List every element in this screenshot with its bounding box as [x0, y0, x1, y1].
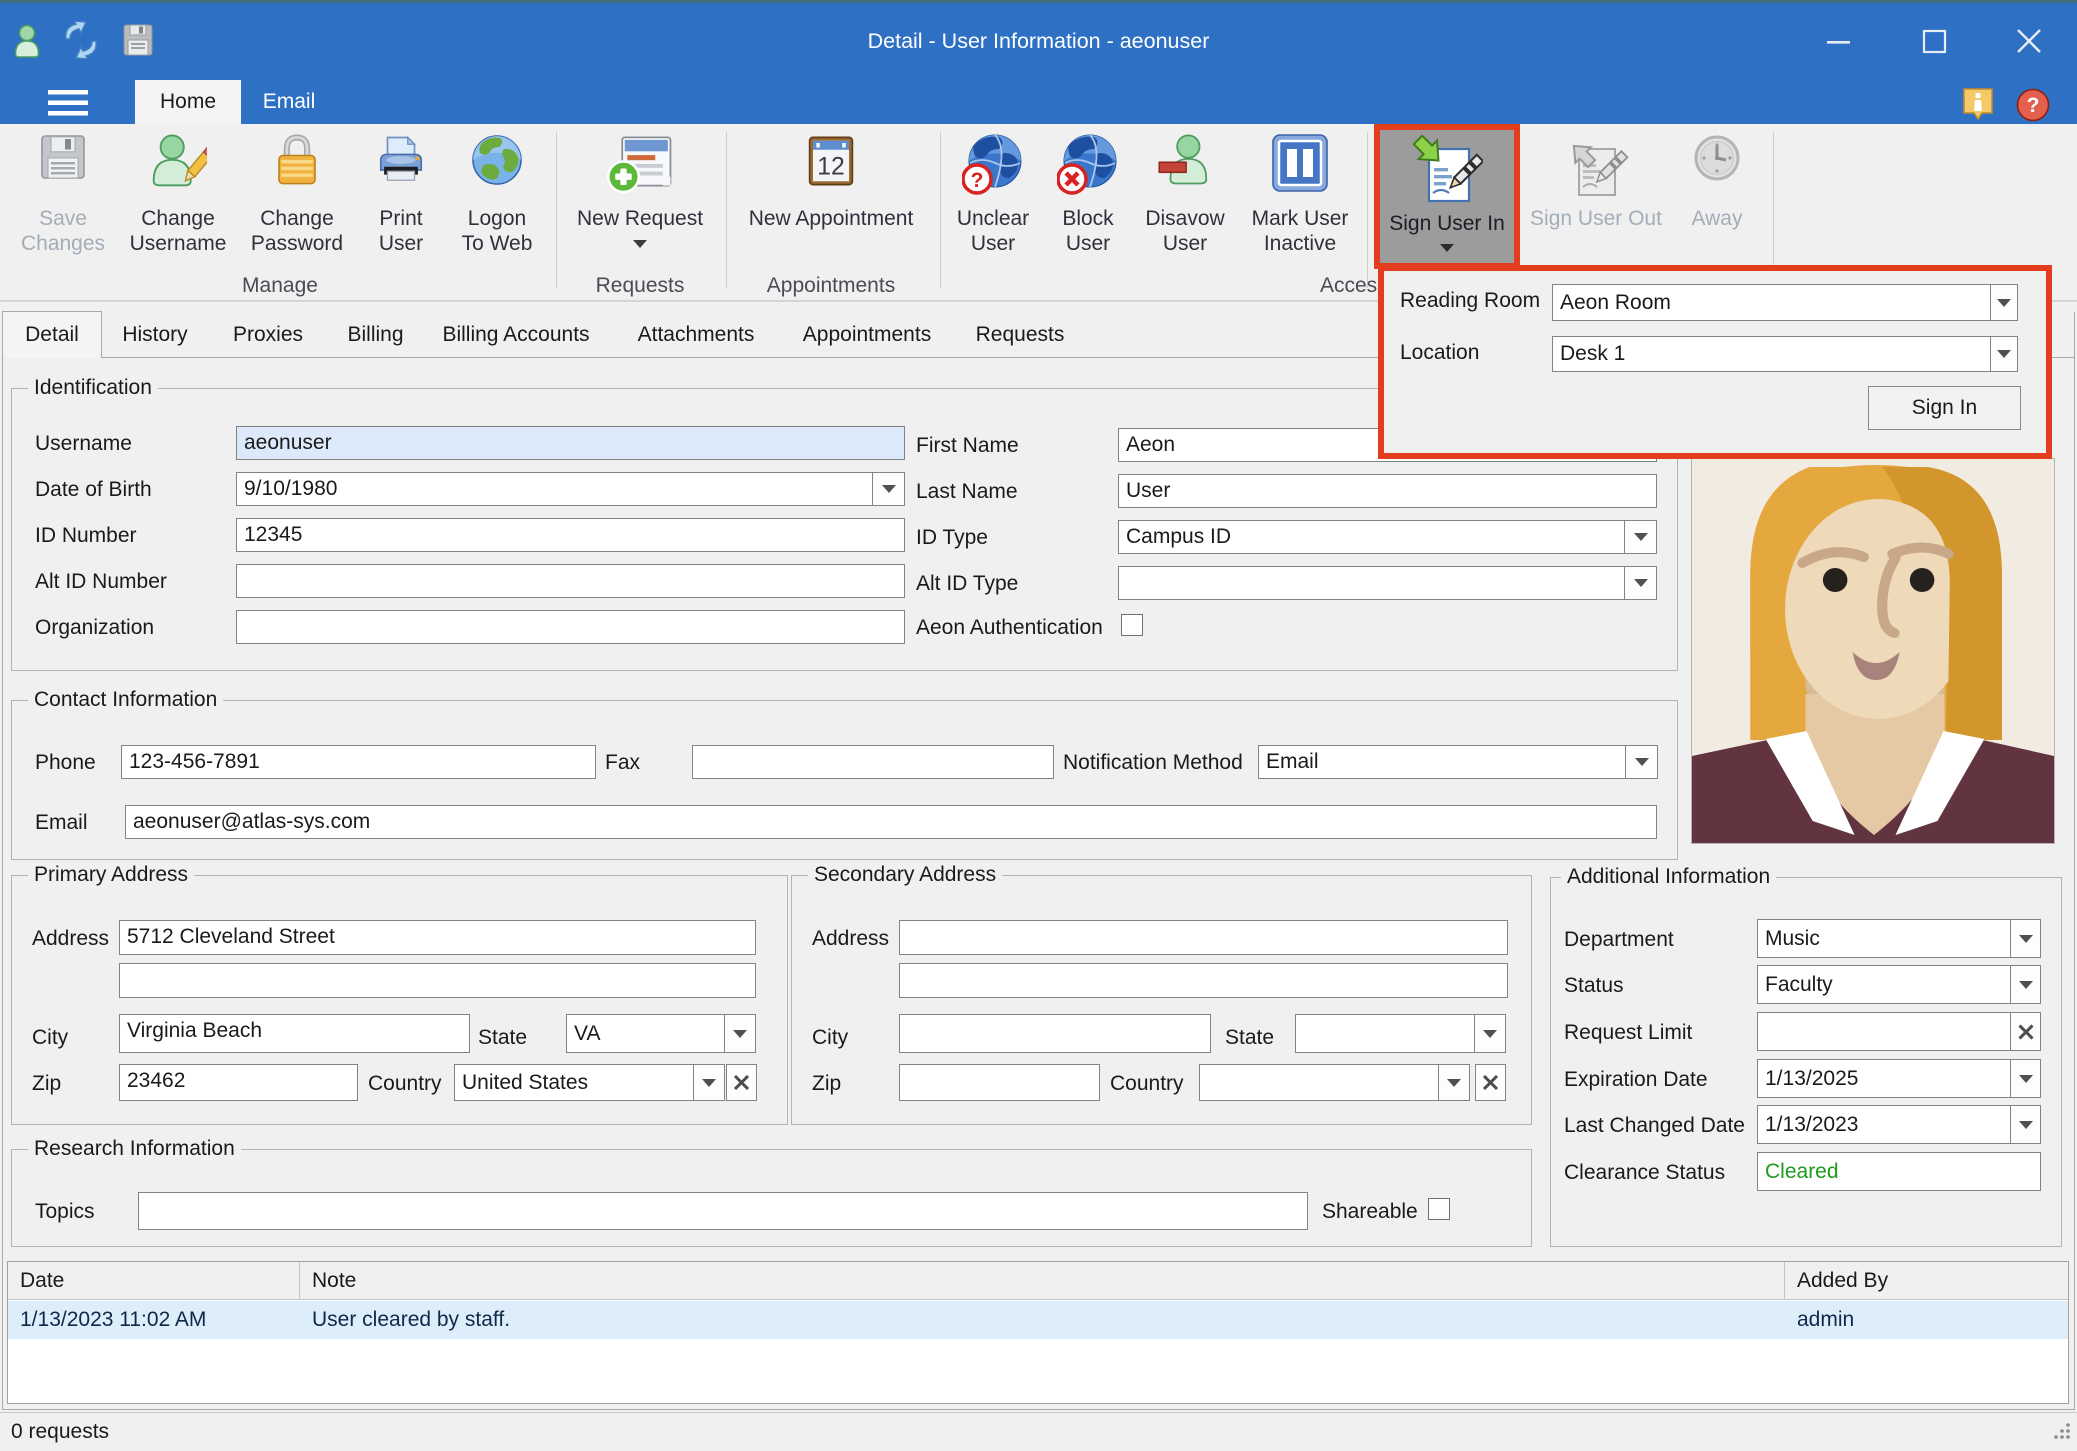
- svg-text:12: 12: [817, 154, 845, 181]
- svg-text:?: ?: [2027, 94, 2040, 117]
- svg-text:?: ?: [971, 169, 984, 192]
